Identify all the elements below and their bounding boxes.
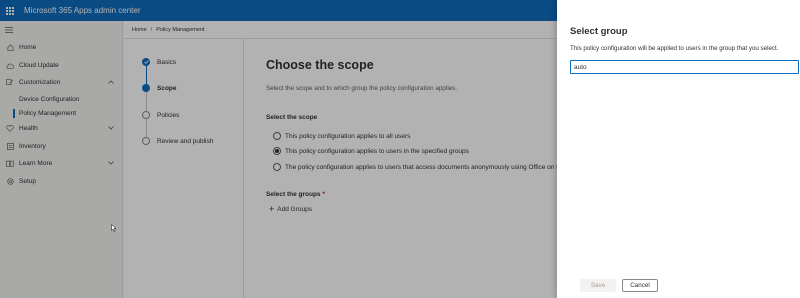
- mouse-cursor-icon: [111, 223, 117, 234]
- panel-title: Select group: [570, 26, 628, 37]
- modal-overlay[interactable]: [0, 0, 557, 298]
- panel-footer: Save Cancel: [580, 279, 658, 292]
- panel-description: This policy configuration will be applie…: [570, 45, 779, 52]
- save-button[interactable]: Save: [580, 279, 616, 292]
- select-group-panel: Select group This policy configuration w…: [557, 0, 800, 298]
- group-search-input[interactable]: [570, 60, 799, 74]
- cancel-button[interactable]: Cancel: [622, 279, 658, 292]
